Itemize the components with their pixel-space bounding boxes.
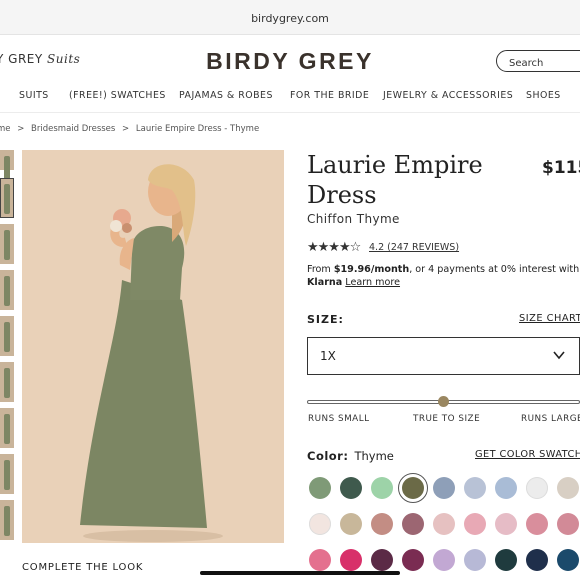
color-swatch[interactable] [464, 549, 486, 571]
nav-shoes[interactable]: SHOES [526, 90, 561, 101]
home-indicator [200, 571, 400, 575]
get-color-swatch-link[interactable]: GET COLOR SWATCH [475, 449, 580, 460]
product-photo[interactable] [22, 150, 284, 543]
reviews-link[interactable]: 4.2 (247 REVIEWS) [369, 242, 459, 253]
color-label-title: Color: [307, 449, 349, 463]
klarna-amount: $19.96/month [333, 264, 410, 275]
breadcrumb-home[interactable]: me [0, 124, 11, 134]
breadcrumb-separator: > [122, 124, 130, 134]
thumbnail[interactable] [0, 224, 14, 264]
color-swatch[interactable] [526, 513, 548, 535]
color-swatch[interactable] [433, 513, 455, 535]
color-swatch[interactable] [398, 473, 428, 503]
fit-label-runs-small: RUNS SMALL [308, 414, 370, 424]
color-swatch[interactable] [464, 513, 486, 535]
nav-pajamas-robes[interactable]: PAJAMAS & ROBES [179, 90, 273, 101]
klarna-line-1: From $19.96/month, or 4 payments at 0% i… [307, 264, 579, 275]
color-swatch[interactable] [340, 513, 362, 535]
color-swatch[interactable] [495, 513, 517, 535]
color-swatch[interactable] [433, 477, 455, 499]
color-swatch[interactable] [495, 549, 517, 571]
search-input[interactable] [507, 57, 580, 70]
color-swatch[interactable] [557, 513, 579, 535]
fit-label-runs-large: RUNS LARGE [521, 414, 580, 424]
rating-stars: ★★★★☆ [307, 240, 361, 255]
thumbnail[interactable] [0, 408, 14, 448]
color-swatch[interactable] [371, 549, 393, 571]
thumbnail[interactable] [0, 500, 14, 540]
header-divider [0, 34, 580, 35]
color-swatch[interactable] [495, 477, 517, 499]
chevron-down-icon [553, 351, 565, 360]
thumbnail[interactable] [0, 316, 14, 356]
thumbnail[interactable] [0, 270, 14, 310]
nav-jewelry-accessories[interactable]: JEWELRY & ACCESSORIES [383, 90, 513, 101]
color-selected-name: Thyme [354, 449, 394, 463]
color-swatch[interactable] [402, 513, 424, 535]
size-select[interactable]: 1X [307, 337, 580, 375]
thumbnail[interactable] [0, 178, 14, 218]
thumbnail[interactable] [0, 454, 14, 494]
thumbnail[interactable] [0, 150, 14, 186]
thumbnail[interactable] [0, 362, 14, 402]
color-swatch[interactable] [340, 477, 362, 499]
klarna-brand: Klarna [307, 277, 343, 288]
breadcrumb-bridesmaid-dresses[interactable]: Bridesmaid Dresses [31, 124, 115, 134]
color-swatch[interactable] [402, 549, 424, 571]
complete-the-look-heading: COMPLETE THE LOOK [22, 562, 144, 573]
klarna-prefix: From [307, 264, 334, 275]
breadcrumb: me > Bridesmaid Dresses > Laurie Empire … [0, 124, 263, 134]
nav-suits[interactable]: SUITS [19, 90, 49, 101]
color-swatch[interactable] [526, 477, 548, 499]
color-swatch[interactable] [464, 477, 486, 499]
nav-for-the-bride[interactable]: FOR THE BRIDE [290, 90, 369, 101]
klarna-suffix: , or 4 payments at 0% interest with [409, 264, 580, 275]
color-swatch[interactable] [557, 477, 579, 499]
color-swatch[interactable] [371, 513, 393, 535]
url-text: birdygrey.com [251, 12, 329, 25]
search-box[interactable] [496, 50, 580, 72]
color-swatch[interactable] [526, 549, 548, 571]
size-label: SIZE: [307, 313, 344, 326]
nav-swatches[interactable]: (FREE!) SWATCHES [69, 90, 166, 101]
klarna-learn-more-link[interactable]: Learn more [345, 277, 400, 288]
product-subtitle: Chiffon Thyme [307, 212, 400, 226]
nav-divider [0, 112, 580, 113]
color-swatch[interactable] [309, 549, 331, 571]
breadcrumb-current: Laurie Empire Dress - Thyme [135, 124, 260, 134]
color-swatch[interactable] [371, 477, 393, 499]
color-swatch[interactable] [433, 549, 455, 571]
fit-label-true-to-size: TRUE TO SIZE [413, 414, 481, 424]
breadcrumb-separator: > [17, 124, 25, 134]
size-selected-value: 1X [320, 349, 336, 363]
color-swatch[interactable] [340, 549, 362, 571]
fit-scale-indicator [437, 396, 449, 407]
product-title: Laurie Empire Dress [307, 151, 483, 209]
model-illustration [22, 150, 284, 543]
size-chart-link[interactable]: SIZE CHART [519, 313, 580, 324]
product-price: $115 [542, 158, 580, 178]
color-swatch[interactable] [557, 549, 579, 571]
browser-url-bar[interactable]: birdygrey.com [0, 0, 580, 34]
brand-logo[interactable]: BIRDY GREY [0, 48, 580, 75]
klarna-line-2: Klarna Learn more [307, 277, 400, 288]
color-swatch[interactable] [309, 513, 331, 535]
color-swatch[interactable] [309, 477, 331, 499]
color-label: Color: Thyme [307, 449, 394, 463]
